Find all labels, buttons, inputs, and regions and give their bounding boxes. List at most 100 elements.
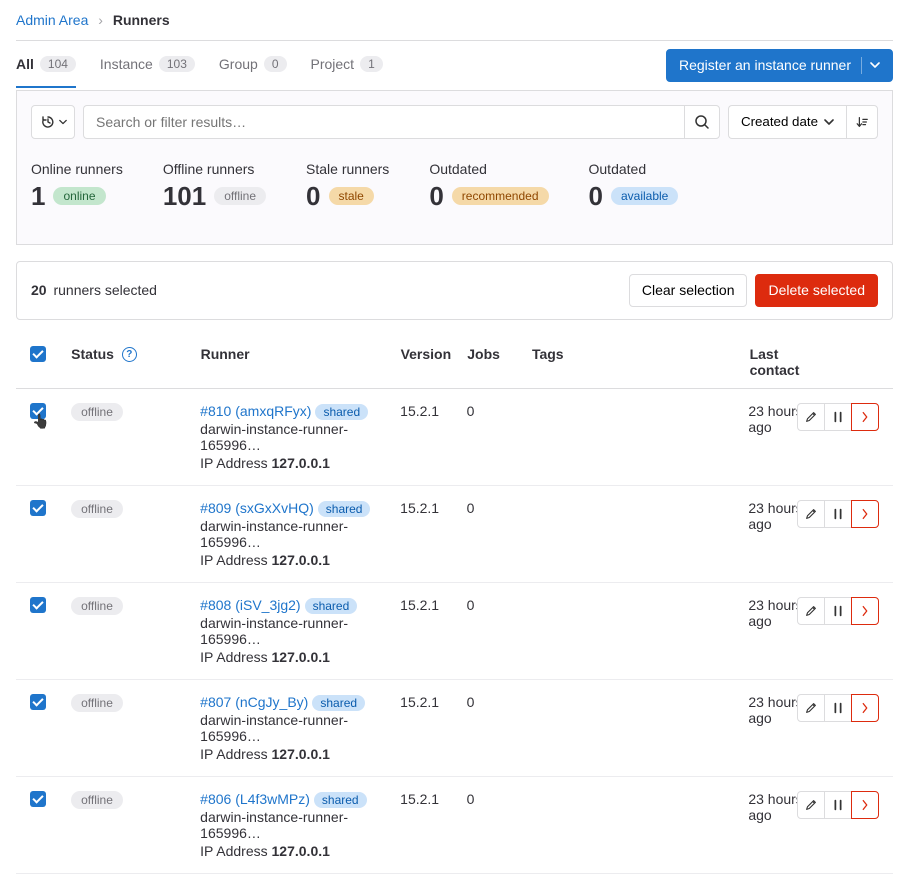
jobs-cell: 0 bbox=[467, 403, 532, 419]
edit-button[interactable] bbox=[797, 791, 825, 819]
stat-number: 0 bbox=[306, 181, 320, 212]
filter-area: Created date Online runners1online Offlin… bbox=[16, 91, 893, 245]
stat-stale: Stale runners 0 stale bbox=[306, 161, 389, 212]
stat-label: Outdated bbox=[589, 161, 679, 177]
status-badge: offline bbox=[71, 694, 123, 712]
status-badge: offline bbox=[71, 597, 123, 615]
breadcrumb-sep: › bbox=[98, 12, 103, 28]
tabs-row: All104 Instance103 Group0 Project 1 Register… bbox=[16, 41, 893, 91]
register-runner-button[interactable]: Register an instance runner bbox=[666, 49, 893, 82]
bulk-selection-text: 20 runners selected bbox=[31, 282, 157, 298]
pause-button[interactable] bbox=[824, 403, 852, 431]
pencil-icon bbox=[804, 701, 818, 715]
stat-pill: online bbox=[53, 187, 105, 205]
delete-icon bbox=[862, 604, 868, 618]
shared-badge: shared bbox=[314, 792, 367, 808]
delete-button[interactable] bbox=[851, 694, 879, 722]
runner-id-link[interactable]: #807 (nCgJy_By) bbox=[200, 694, 308, 710]
shared-badge: shared bbox=[305, 598, 358, 614]
pause-button[interactable] bbox=[824, 791, 852, 819]
pause-button[interactable] bbox=[824, 597, 852, 625]
runner-desc: darwin-instance-runner-165996… bbox=[200, 712, 400, 744]
table-row: 👆offline#810 (amxqRFyx)shareddarwin-inst… bbox=[16, 389, 893, 486]
tab-instance[interactable]: Instance103 bbox=[100, 42, 195, 88]
sort-direction-button[interactable] bbox=[846, 105, 878, 139]
delete-button[interactable] bbox=[851, 597, 879, 625]
pencil-icon bbox=[804, 604, 818, 618]
history-icon bbox=[40, 114, 56, 130]
tab-all[interactable]: All104 bbox=[16, 42, 76, 88]
history-button[interactable] bbox=[31, 105, 75, 139]
stat-label: Online runners bbox=[31, 161, 123, 177]
tab-count-badge: 0 bbox=[264, 56, 287, 72]
runner-id-link[interactable]: #810 (amxqRFyx) bbox=[200, 403, 311, 419]
runner-desc: darwin-instance-runner-165996… bbox=[200, 421, 400, 453]
delete-button[interactable] bbox=[851, 403, 879, 431]
sort-label: Created date bbox=[741, 114, 818, 129]
pause-icon bbox=[831, 507, 845, 521]
sort-direction-icon bbox=[855, 115, 869, 129]
breadcrumb-parent[interactable]: Admin Area bbox=[16, 12, 88, 28]
delete-icon bbox=[862, 507, 868, 521]
row-checkbox[interactable] bbox=[30, 791, 46, 807]
table-header: Status ? Runner Version Jobs Tags Last c… bbox=[16, 336, 893, 389]
pause-icon bbox=[831, 604, 845, 618]
version-cell: 15.2.1 bbox=[400, 597, 467, 613]
row-checkbox[interactable] bbox=[30, 597, 46, 613]
status-badge: offline bbox=[71, 500, 123, 518]
jobs-cell: 0 bbox=[467, 694, 532, 710]
breadcrumb: Admin Area › Runners bbox=[16, 0, 893, 41]
shared-badge: shared bbox=[318, 501, 371, 517]
help-icon[interactable]: ? bbox=[122, 347, 137, 362]
stat-available: Outdated0available bbox=[589, 161, 679, 212]
select-all-checkbox[interactable] bbox=[30, 346, 46, 362]
delete-selected-button[interactable]: Delete selected bbox=[755, 274, 878, 307]
edit-button[interactable] bbox=[797, 500, 825, 528]
tab-count-badge: 1 bbox=[360, 56, 383, 72]
tab-project[interactable]: Project 1 bbox=[311, 42, 383, 88]
tab-group[interactable]: Group0 bbox=[219, 42, 287, 88]
search-input[interactable] bbox=[83, 105, 684, 139]
col-version: Version bbox=[401, 346, 468, 362]
stat-pill: recommended bbox=[452, 187, 549, 205]
edit-button[interactable] bbox=[797, 403, 825, 431]
delete-button[interactable] bbox=[851, 500, 879, 528]
table-row: offline#809 (sxGxXvHQ)shareddarwin-insta… bbox=[16, 486, 893, 583]
stat-number: 0 bbox=[429, 181, 443, 212]
runner-id-link[interactable]: #806 (L4f3wMPz) bbox=[200, 791, 310, 807]
edit-button[interactable] bbox=[797, 694, 825, 722]
runner-id-link[interactable]: #809 (sxGxXvHQ) bbox=[200, 500, 314, 516]
row-checkbox[interactable] bbox=[30, 403, 46, 419]
row-checkbox[interactable] bbox=[30, 694, 46, 710]
runner-ip: IP Address 127.0.0.1 bbox=[200, 843, 400, 859]
runner-ip: IP Address 127.0.0.1 bbox=[200, 746, 400, 762]
shared-badge: shared bbox=[315, 404, 368, 420]
runners-table: Status ? Runner Version Jobs Tags Last c… bbox=[16, 336, 893, 874]
stat-online: Online runners1online bbox=[31, 161, 123, 212]
delete-button[interactable] bbox=[851, 791, 879, 819]
stat-pill: offline bbox=[214, 187, 266, 205]
stat-label: Offline runners bbox=[163, 161, 266, 177]
pause-button[interactable] bbox=[824, 500, 852, 528]
row-checkbox[interactable] bbox=[30, 500, 46, 516]
stat-label: Stale runners bbox=[306, 161, 389, 177]
shared-badge: shared bbox=[312, 695, 365, 711]
stat-pill: stale bbox=[329, 187, 374, 205]
jobs-cell: 0 bbox=[467, 597, 532, 613]
bulk-count: 20 bbox=[31, 282, 47, 298]
edit-button[interactable] bbox=[797, 597, 825, 625]
runner-desc: darwin-instance-runner-165996… bbox=[200, 615, 400, 647]
col-tags: Tags bbox=[532, 346, 750, 362]
chevron-down-icon bbox=[824, 117, 834, 127]
search-icon bbox=[694, 114, 710, 130]
pencil-icon bbox=[804, 798, 818, 812]
runner-id-link[interactable]: #808 (iSV_3jg2) bbox=[200, 597, 300, 613]
pause-button[interactable] bbox=[824, 694, 852, 722]
tab-label: Project bbox=[311, 56, 355, 72]
search-button[interactable] bbox=[684, 105, 720, 139]
delete-icon bbox=[862, 798, 868, 812]
clear-selection-button[interactable]: Clear selection bbox=[629, 274, 748, 307]
sort-button[interactable]: Created date bbox=[728, 105, 846, 139]
col-jobs: Jobs bbox=[467, 346, 532, 362]
tab-count-badge: 103 bbox=[159, 56, 195, 72]
